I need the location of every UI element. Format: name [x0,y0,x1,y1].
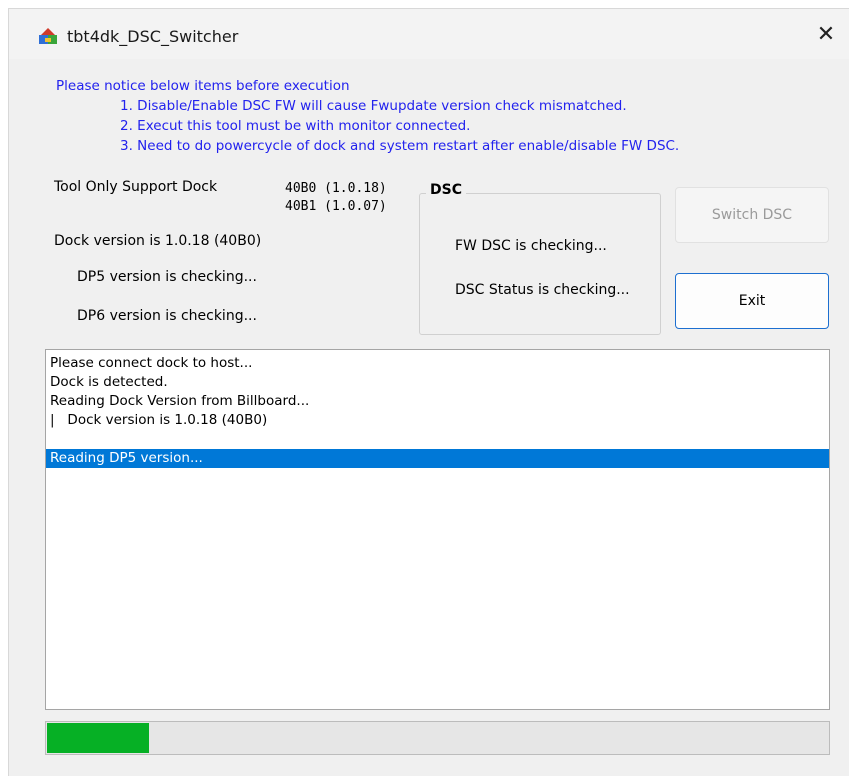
exit-button[interactable]: Exit [675,273,829,329]
notice-heading: Please notice below items before executi… [56,78,350,94]
fw-dsc-status: FW DSC is checking... [455,238,607,254]
progress-fill [47,723,149,753]
log-line[interactable]: Reading Dock Version from Billboard... [46,392,829,411]
supported-version: 40B0 (1.0.18) [285,181,387,196]
dsc-groupbox: DSC FW DSC is checking... DSC Status is … [419,182,661,335]
close-icon: ✕ [816,21,836,47]
switch-dsc-button[interactable]: Switch DSC [675,187,829,243]
dsc-group-label: DSC [426,182,466,198]
notice-block: Please notice below items before executi… [56,76,679,156]
log-line[interactable]: Dock is detected. [46,373,829,392]
progress-bar [45,721,830,755]
close-button[interactable]: ✕ [803,9,849,59]
support-label: Tool Only Support Dock [54,179,218,195]
log-listbox[interactable]: Please connect dock to host... Dock is d… [45,349,830,710]
title-bar[interactable]: tbt4dk_DSC_Switcher ✕ [9,9,849,59]
window-title: tbt4dk_DSC_Switcher [67,27,239,46]
app-icon [39,28,57,44]
dsc-status: DSC Status is checking... [455,282,630,298]
notice-item: 3. Need to do powercycle of dock and sys… [120,138,680,154]
app-window: tbt4dk_DSC_Switcher ✕ Please notice belo… [8,8,849,776]
log-line[interactable]: | Dock version is 1.0.18 (40B0) [46,411,829,430]
log-line[interactable]: Please connect dock to host... [46,354,829,373]
log-line[interactable] [46,430,829,449]
log-line-selected[interactable]: Reading DP5 version... [46,449,829,468]
dp5-status-label: DP5 version is checking... [77,269,257,285]
dp6-status-label: DP6 version is checking... [77,308,257,324]
notice-item: 2. Execut this tool must be with monitor… [120,118,471,134]
supported-version: 40B1 (1.0.07) [285,199,387,214]
dock-version-label: Dock version is 1.0.18 (40B0) [54,233,262,249]
notice-item: 1. Disable/Enable DSC FW will cause Fwup… [120,98,627,114]
